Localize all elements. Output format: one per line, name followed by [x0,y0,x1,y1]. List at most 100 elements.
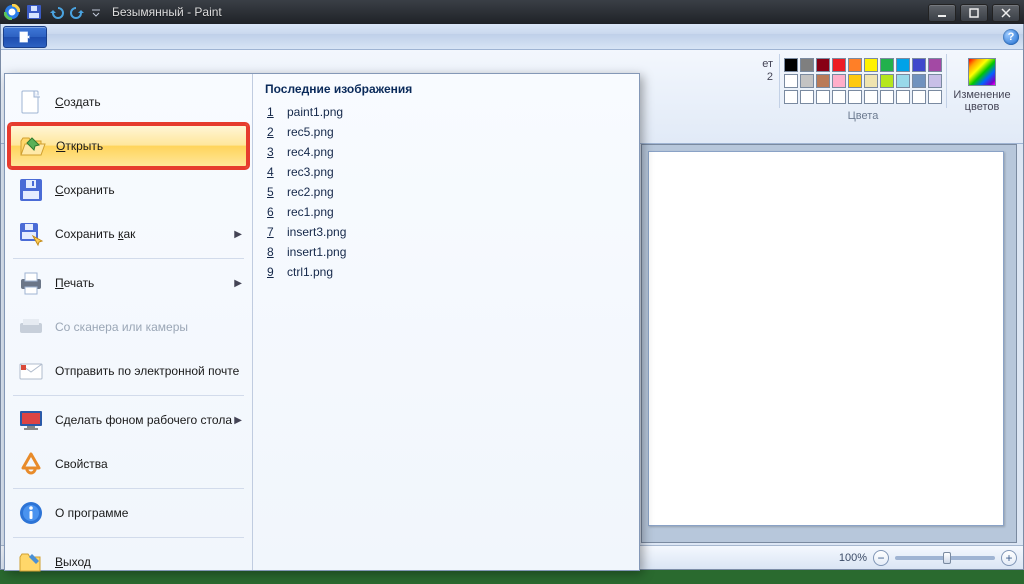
chevron-right-icon: ▶ [234,229,242,240]
zoom-slider[interactable] [895,556,995,560]
menu-item-email[interactable]: Отправить по электронной почте [9,349,248,393]
app-surface: ? ет 2 Цвета Изменение цветов 100% − [0,24,1024,570]
color-swatch[interactable] [832,90,846,104]
exit-icon [17,548,45,576]
save-as-icon [17,220,45,248]
color-swatch[interactable] [848,90,862,104]
recent-file-item[interactable]: 1 paint1.png [265,102,627,122]
save-icon [17,176,45,204]
canvas-area[interactable] [641,144,1017,543]
qat-save-icon[interactable] [24,2,44,22]
recent-file-item[interactable]: 2 rec5.png [265,122,627,142]
minimize-button[interactable] [928,4,956,22]
recent-file-item[interactable]: 9 ctrl1.png [265,262,627,282]
wallpaper-icon [17,406,45,434]
color-swatch[interactable] [912,58,926,72]
maximize-button[interactable] [960,4,988,22]
color-palette[interactable] [779,54,947,108]
color-swatch[interactable] [800,58,814,72]
color-swatch[interactable] [800,74,814,88]
menu-item-create[interactable]: Создать [9,80,248,124]
color-swatch[interactable] [928,90,942,104]
color-swatch[interactable] [896,74,910,88]
recent-file-item[interactable]: 5 rec2.png [265,182,627,202]
color-swatch[interactable] [784,74,798,88]
color-swatch[interactable] [912,90,926,104]
title-bar: Безымянный - Paint [0,0,1024,24]
menu-item-scanner: Со сканера или камеры [9,305,248,349]
ribbon-group-partial-1: ет 2 [755,54,775,88]
color-swatch[interactable] [928,74,942,88]
color-swatch[interactable] [832,74,846,88]
close-button[interactable] [992,4,1020,22]
zoom-in-button[interactable]: + [1001,550,1017,566]
menu-item-open[interactable]: Открыть [9,124,248,168]
color-swatch[interactable] [816,58,830,72]
color-swatch[interactable] [848,74,862,88]
color-swatch[interactable] [928,58,942,72]
canvas[interactable] [648,151,1004,526]
color-swatch[interactable] [784,90,798,104]
window-controls [926,2,1022,22]
paint-app-icon [2,2,22,22]
colors-group-label: Цвета [848,110,879,122]
scanner-icon [17,313,45,341]
color-swatch[interactable] [912,74,926,88]
menu-item-print[interactable]: Печать ▶ [9,261,248,305]
color-swatch[interactable] [784,58,798,72]
file-menu-commands: Создать Открыть Сохранить Сохранить как [5,74,253,570]
rainbow-icon [968,58,996,86]
qat-undo-icon[interactable] [46,2,66,22]
window-title: Безымянный - Paint [112,5,222,19]
menu-item-wallpaper[interactable]: Сделать фоном рабочего стола ▶ [9,398,248,442]
color-swatch[interactable] [816,90,830,104]
color-swatch[interactable] [864,58,878,72]
menu-item-about[interactable]: О программе [9,491,248,535]
color-swatch[interactable] [880,90,894,104]
zoom-out-button[interactable]: − [873,550,889,566]
qat-customize-icon[interactable] [90,2,102,22]
recent-file-item[interactable]: 8 insert1.png [265,242,627,262]
color-swatch[interactable] [816,74,830,88]
recent-file-item[interactable]: 7 insert3.png [265,222,627,242]
recent-file-item[interactable]: 6 rec1.png [265,202,627,222]
edit-colors-button[interactable]: Изменение цветов [947,54,1017,117]
color-swatch[interactable] [896,90,910,104]
zoom-controls: 100% − + [839,550,1017,566]
menu-separator [13,488,244,489]
color-swatch[interactable] [864,90,878,104]
menu-item-save[interactable]: Сохранить [9,168,248,212]
ribbon-group-colors: Цвета [779,54,947,122]
help-button[interactable]: ? [1003,29,1019,45]
print-icon [17,269,45,297]
recent-file-item[interactable]: 4 rec3.png [265,162,627,182]
edit-colors-label: Изменение цветов [949,89,1015,113]
file-menu: Создать Открыть Сохранить Сохранить как [4,73,640,571]
menu-separator [13,395,244,396]
chevron-right-icon: ▶ [234,278,242,289]
zoom-slider-thumb[interactable] [943,552,951,564]
properties-icon [17,450,45,478]
info-icon [17,499,45,527]
new-file-icon [17,88,45,116]
recent-files-heading: Последние изображения [265,82,627,96]
qat-redo-icon[interactable] [68,2,88,22]
chevron-right-icon: ▶ [234,415,242,426]
color-swatch[interactable] [880,58,894,72]
color-swatch[interactable] [800,90,814,104]
file-tab-button[interactable] [3,26,47,48]
color-swatch[interactable] [896,58,910,72]
recent-file-item[interactable]: 3 rec4.png [265,142,627,162]
ribbon-tab-bar: ? [1,24,1023,50]
email-icon [17,357,45,385]
color-swatch[interactable] [864,74,878,88]
color-swatch[interactable] [880,74,894,88]
color-swatch[interactable] [832,58,846,72]
menu-separator [13,258,244,259]
color-swatch[interactable] [848,58,862,72]
menu-item-exit[interactable]: Выход [9,540,248,584]
menu-item-save-as[interactable]: Сохранить как ▶ [9,212,248,256]
menu-item-properties[interactable]: Свойства [9,442,248,486]
file-menu-recent: Последние изображения 1 paint1.png2 rec5… [253,74,639,570]
zoom-percent: 100% [839,552,867,564]
